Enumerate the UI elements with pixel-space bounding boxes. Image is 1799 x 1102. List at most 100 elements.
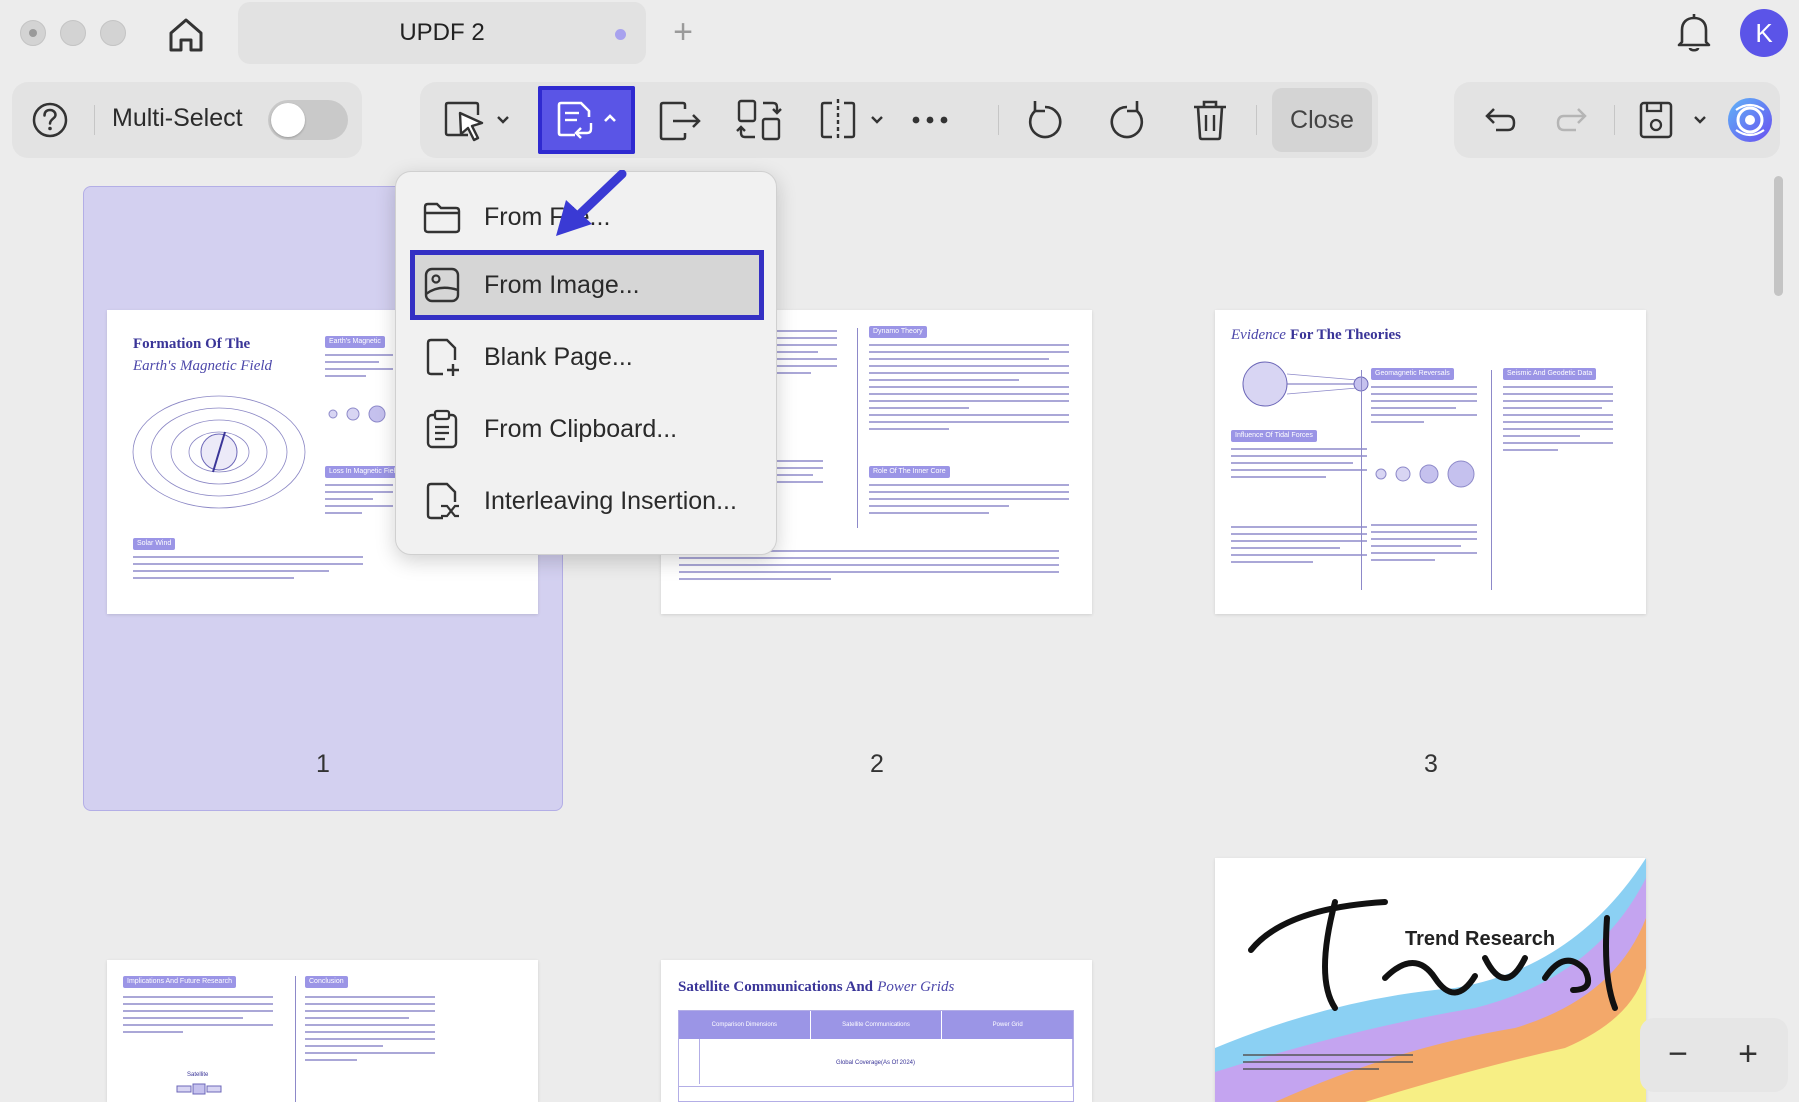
blank-page-icon	[422, 336, 462, 378]
zoom-out-button[interactable]: −	[1658, 1032, 1698, 1076]
extract-page-button[interactable]	[652, 94, 710, 146]
delete-page-button[interactable]	[1186, 94, 1234, 146]
table-header: Comparison Dimensions	[679, 1011, 811, 1039]
scrollbar-thumb[interactable]	[1774, 176, 1783, 296]
page-number-2: 2	[870, 750, 884, 778]
split-page-button[interactable]	[814, 92, 890, 148]
page-3-title-bold: For The Theories	[1290, 327, 1401, 343]
menu-item-from-clipboard[interactable]: From Clipboard...	[414, 398, 760, 460]
page-4-section-pill: Conclusion	[305, 976, 348, 988]
close-button[interactable]: Close	[1272, 88, 1372, 152]
redo-icon	[1556, 108, 1587, 132]
insert-page-icon	[557, 101, 616, 139]
trash-icon	[1194, 100, 1226, 141]
pointer-select-icon	[444, 101, 509, 142]
page-5-title-italic: Power Grids	[877, 979, 955, 995]
page-number-1: 1	[316, 750, 330, 778]
page-1-title: Formation Of The	[133, 336, 251, 352]
page-1-section-pill: Loss In Magnetic Field	[325, 466, 404, 478]
window-zoom-button[interactable]	[100, 20, 126, 46]
window-minimize-button[interactable]	[60, 20, 86, 46]
page-6-heading: Trend Research	[1405, 928, 1556, 950]
vertical-scrollbar[interactable]	[1772, 172, 1784, 1102]
new-tab-button[interactable]: +	[668, 14, 698, 50]
page-thumbnail-5[interactable]: Satellite Communications And Power Grids…	[661, 960, 1092, 1102]
extract-page-icon	[659, 101, 701, 141]
menu-item-label: Blank Page...	[484, 342, 633, 371]
folder-icon	[422, 196, 462, 238]
page-2-section-pill: Role Of The Inner Core	[869, 466, 950, 478]
rotate-right-button[interactable]	[1102, 94, 1152, 146]
menu-item-blank-page[interactable]: Blank Page...	[414, 326, 760, 388]
zoom-controls: − +	[1640, 1018, 1788, 1092]
menu-item-label: From Image...	[484, 270, 640, 299]
select-tool-button[interactable]	[440, 92, 516, 148]
menu-item-label: From Clipboard...	[484, 414, 678, 443]
table-header: Satellite Communications	[811, 1011, 943, 1039]
document-toolbar	[1454, 82, 1780, 158]
bell-icon	[1677, 14, 1711, 52]
tidal-forces-diagram	[1242, 361, 1369, 407]
replace-page-icon	[736, 99, 782, 141]
page-1-subtitle: Earth's Magnetic Field	[133, 358, 273, 374]
notifications-button[interactable]	[1674, 12, 1714, 54]
home-icon	[169, 18, 203, 52]
satellite-label: Satellite	[187, 1072, 209, 1078]
page-1-section-pill: Earth's Magnetic	[325, 336, 385, 348]
page-number-3: 3	[1424, 750, 1438, 778]
image-icon	[422, 264, 462, 306]
help-button[interactable]	[28, 98, 72, 142]
page-4-section-pill: Implications And Future Research	[123, 976, 237, 988]
rotate-right-icon	[1110, 101, 1144, 139]
home-button[interactable]	[164, 12, 208, 56]
pointer-arrow-icon	[556, 170, 627, 236]
undo-icon	[1485, 108, 1516, 132]
rotate-left-button[interactable]	[1020, 94, 1070, 146]
multi-select-toggle[interactable]	[268, 100, 348, 140]
replace-page-button[interactable]	[730, 94, 788, 146]
selection-toolbar: Multi-Select	[12, 82, 362, 158]
unsaved-indicator	[615, 29, 626, 40]
save-icon	[1639, 101, 1706, 139]
ai-assistant-icon	[1728, 98, 1772, 142]
page-thumbnail-3[interactable]: Evidence For The Theories Influence Of T…	[1215, 310, 1646, 614]
comparison-table: Comparison Dimensions Satellite Communic…	[678, 1010, 1074, 1102]
planet-size-diagram	[328, 405, 386, 423]
multi-select-label: Multi-Select	[112, 104, 243, 132]
page-3-section-pill: Seismic And Geodetic Data	[1503, 368, 1597, 380]
page-5-title-bold: Satellite Communications And	[678, 979, 874, 995]
table-header: Power Grid	[992, 1022, 1023, 1028]
insert-page-button[interactable]	[538, 86, 635, 154]
zoom-in-button[interactable]: +	[1728, 1032, 1768, 1076]
page-3-title-italic: Evidence	[1231, 327, 1286, 343]
app-window: UPDF 2 + K Multi-Select Close Formation …	[0, 0, 1799, 1102]
help-icon	[32, 102, 68, 138]
window-close-button[interactable]	[20, 20, 46, 46]
table-cell: Global Coverage(As Of 2024)	[679, 1039, 1073, 1086]
document-tab[interactable]: UPDF 2	[238, 2, 646, 64]
clipboard-icon	[422, 408, 462, 450]
save-button[interactable]	[1628, 92, 1718, 148]
page-3-section-pill: Geomagnetic Reversals	[1371, 368, 1454, 380]
page-thumbnail-4[interactable]: Implications And Future Research Conclus…	[107, 960, 538, 1102]
page-thumbnail-6[interactable]: Trend Research	[1215, 858, 1646, 1102]
interleave-icon	[422, 480, 462, 522]
page-1-section-pill: Solar Wind	[133, 538, 176, 550]
menu-item-from-image[interactable]: From Image...	[410, 250, 764, 320]
menu-item-interleaving-insertion[interactable]: Interleaving Insertion...	[414, 470, 760, 532]
rotate-left-icon	[1028, 101, 1062, 139]
redo-button[interactable]	[1550, 98, 1594, 142]
undo-button[interactable]	[1478, 98, 1522, 142]
menu-item-label: Interleaving Insertion...	[484, 486, 737, 515]
page-3-section-pill: Influence Of Tidal Forces	[1231, 430, 1317, 442]
satellite-diagram	[176, 1083, 222, 1095]
page-2-section-pill: Dynamo Theory	[869, 326, 927, 338]
user-avatar[interactable]: K	[1740, 9, 1788, 57]
ai-assistant-button[interactable]	[1726, 96, 1774, 144]
more-icon	[912, 116, 948, 124]
tab-title: UPDF 2	[399, 19, 485, 46]
more-options-button[interactable]	[906, 96, 954, 144]
planet-size-diagram	[1375, 460, 1475, 488]
page-toolbar: Close	[420, 82, 1378, 158]
split-page-icon	[820, 99, 883, 141]
